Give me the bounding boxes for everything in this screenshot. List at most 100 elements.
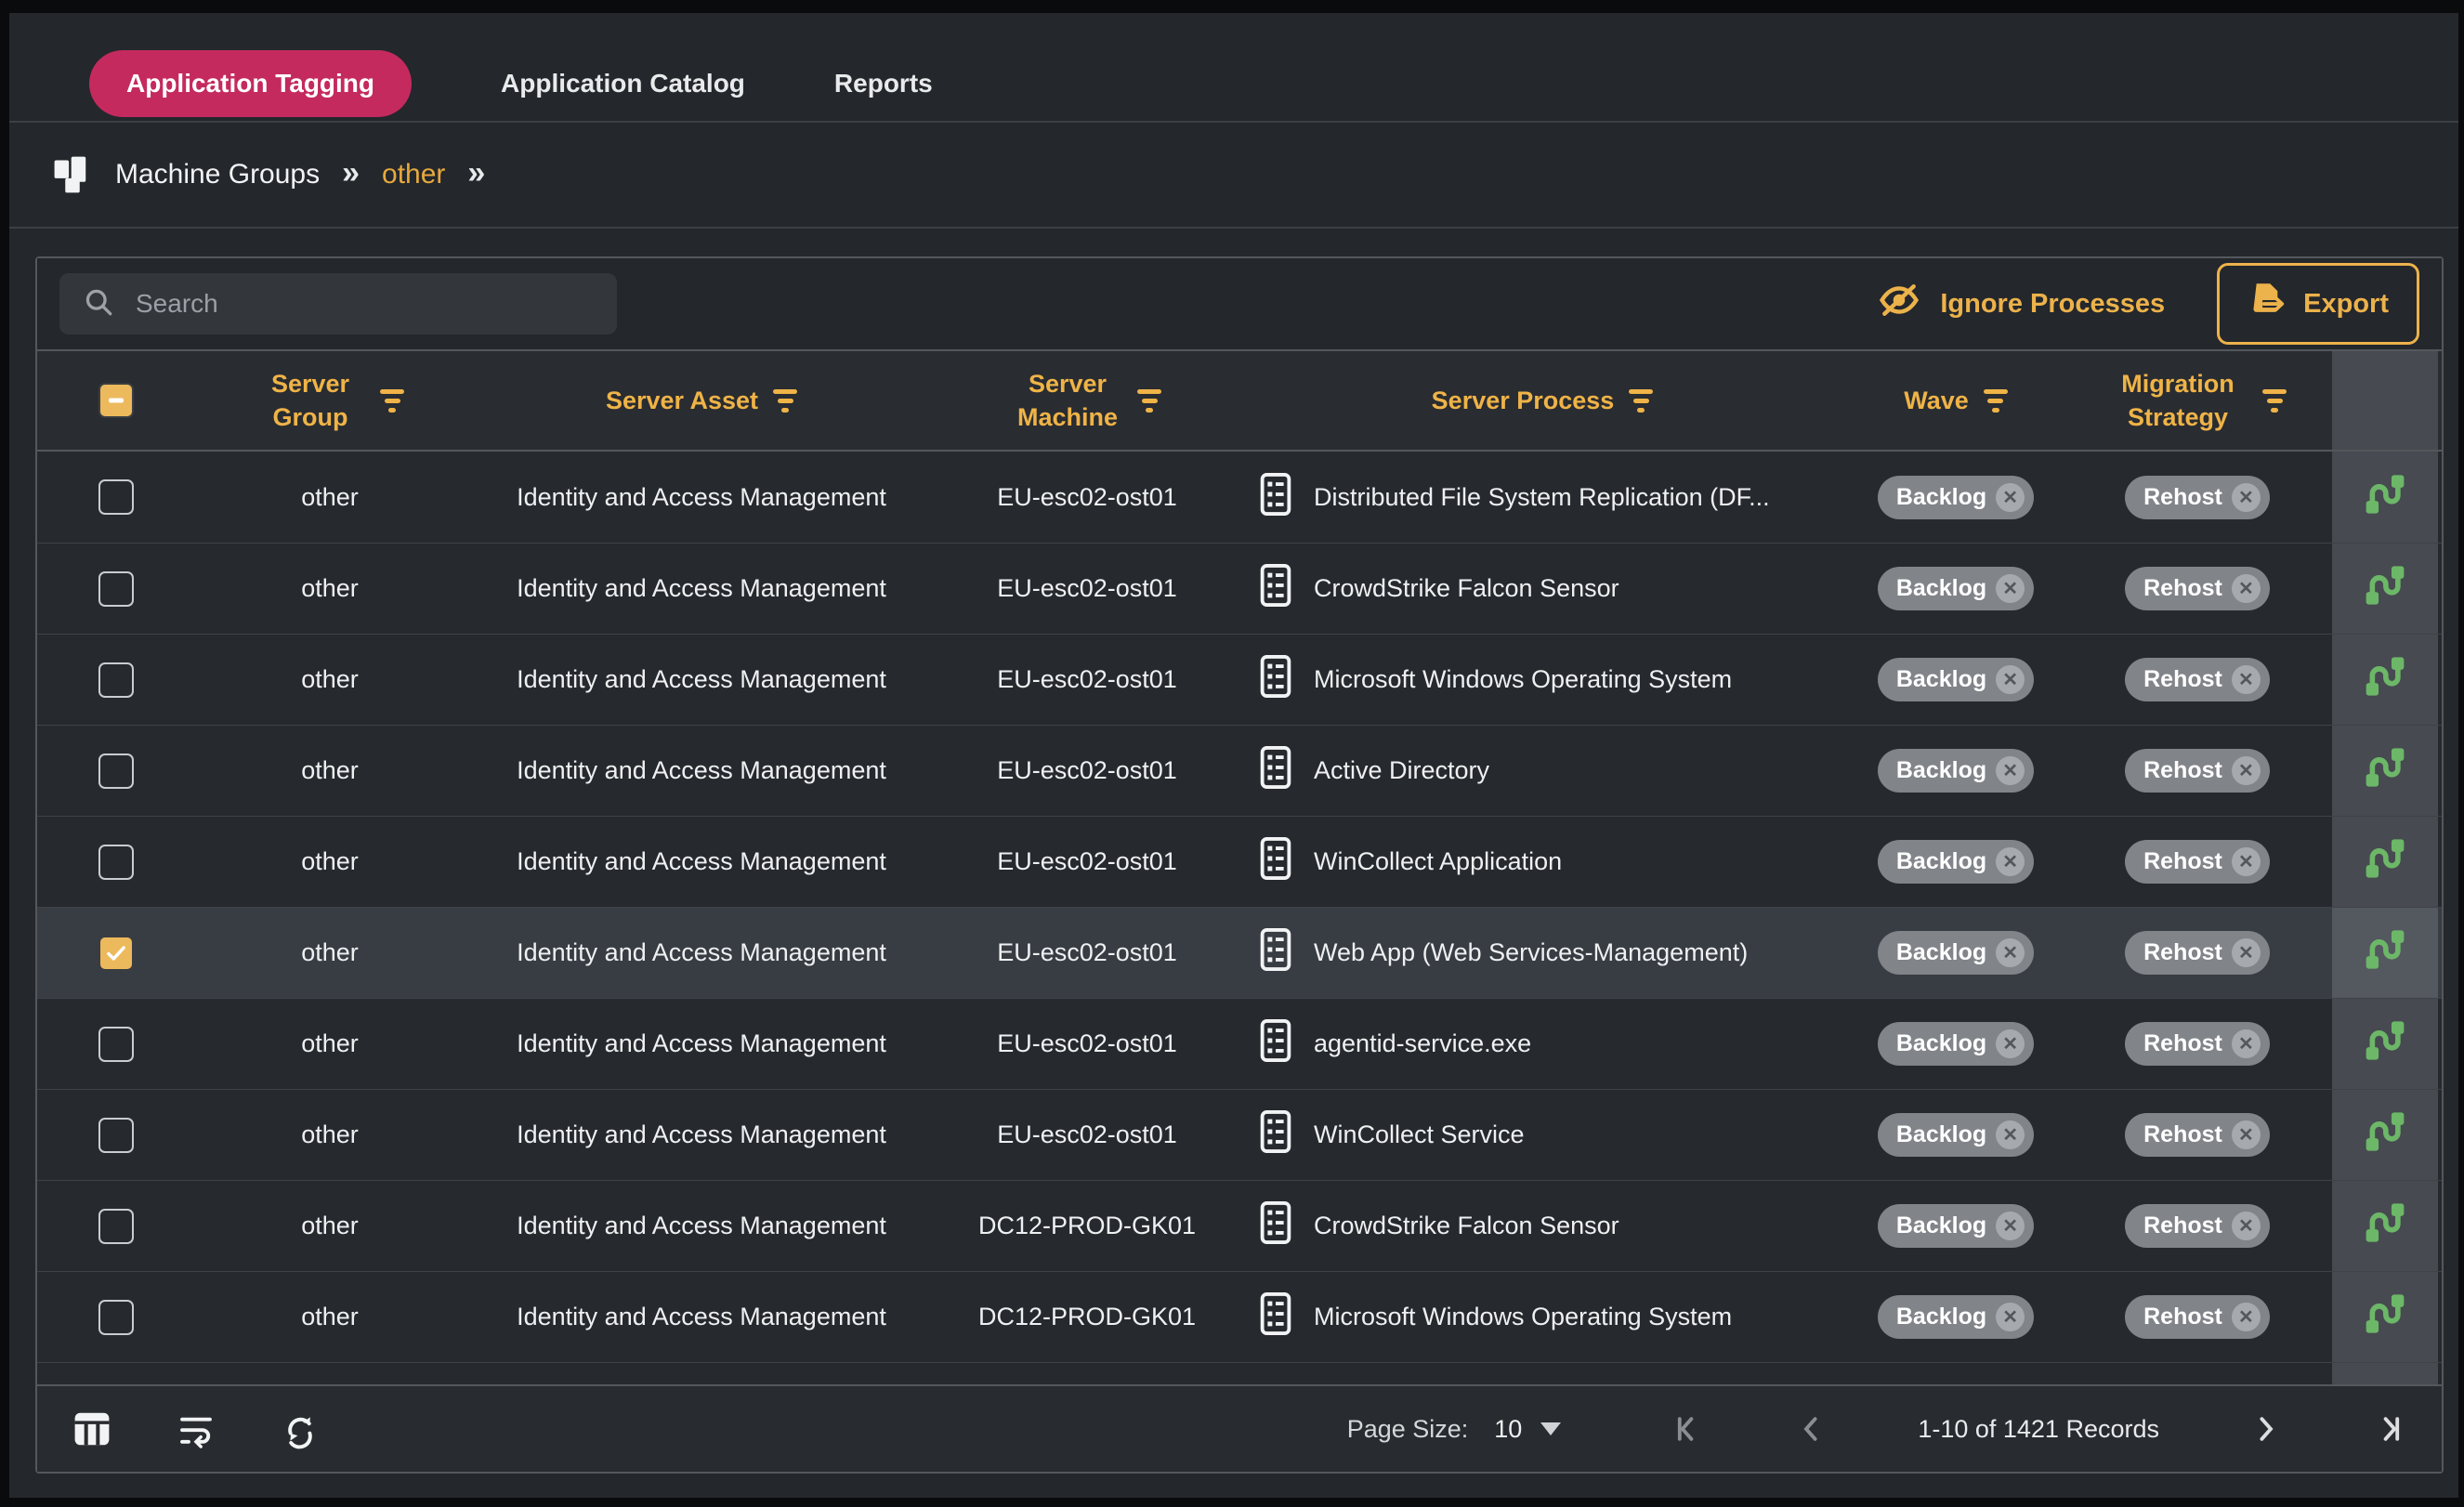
page-size-label: Page Size: — [1347, 1415, 1469, 1444]
row-checkbox[interactable] — [98, 754, 134, 789]
eye-slash-icon — [1877, 281, 1921, 327]
remap-cable-icon[interactable] — [2361, 470, 2409, 525]
last-page-icon[interactable] — [2371, 1412, 2405, 1446]
wrap-text-icon[interactable] — [175, 1408, 217, 1450]
server-asset-cell: Identity and Access Management — [465, 908, 938, 998]
row-checkbox[interactable] — [98, 936, 134, 971]
table-row[interactable]: otherIdentity and Access ManagementEU-es… — [37, 1089, 2442, 1180]
row-checkbox[interactable] — [98, 479, 134, 515]
row-checkbox[interactable] — [98, 1027, 134, 1062]
process-list-icon — [1254, 1017, 1297, 1070]
header-select-all-cell — [37, 351, 195, 450]
tab-application-tagging[interactable]: Application Tagging — [89, 50, 412, 117]
remap-cable-icon[interactable] — [2361, 925, 2409, 980]
remap-cable-icon[interactable] — [2361, 1199, 2409, 1253]
previous-page-icon[interactable] — [1795, 1412, 1828, 1446]
search-box[interactable] — [59, 273, 617, 334]
remove-wave-icon[interactable]: ✕ — [1996, 483, 2025, 512]
page-size-value[interactable]: 10 — [1494, 1415, 1522, 1444]
remove-strategy-icon[interactable]: ✕ — [2232, 1303, 2261, 1331]
breadcrumb-separator-icon: » — [467, 155, 485, 191]
first-page-icon[interactable] — [1672, 1412, 1706, 1446]
filter-icon[interactable] — [380, 389, 404, 413]
tab-reports[interactable]: Reports — [834, 69, 933, 98]
remove-strategy-icon[interactable]: ✕ — [2232, 938, 2261, 967]
remove-strategy-icon[interactable]: ✕ — [2232, 1120, 2261, 1149]
remap-cable-icon[interactable] — [2361, 1016, 2409, 1071]
row-checkbox[interactable] — [98, 662, 134, 698]
table-row[interactable]: otherIdentity and Access ManagementEU-es… — [37, 452, 2442, 543]
table-row[interactable]: otherIdentity and Access ManagementEU-es… — [37, 543, 2442, 634]
remove-wave-icon[interactable]: ✕ — [1996, 847, 2025, 876]
remove-strategy-icon[interactable]: ✕ — [2232, 756, 2261, 785]
filter-icon[interactable] — [1137, 389, 1161, 413]
table-row[interactable]: otherIdentity and Access ManagementEU-es… — [37, 725, 2442, 816]
wave-badge-label: Backlog — [1896, 1030, 1986, 1057]
remap-cable-icon[interactable] — [2361, 652, 2409, 707]
filter-icon[interactable] — [1629, 389, 1653, 413]
process-list-icon — [1254, 926, 1297, 979]
remap-cable-icon[interactable] — [2361, 834, 2409, 889]
table-row[interactable]: otherIdentity and Access ManagementEU-es… — [37, 998, 2442, 1089]
wave-cell: Backlog ✕ — [1849, 999, 2063, 1089]
server-process-cell: Microsoft Windows Operating System — [1236, 635, 1849, 725]
wave-cell: Backlog✕ — [1849, 1090, 2063, 1180]
remove-strategy-icon[interactable]: ✕ — [2232, 574, 2261, 603]
filter-icon[interactable] — [2262, 389, 2287, 413]
remap-cable-icon[interactable] — [2361, 561, 2409, 616]
remap-cable-icon[interactable] — [2361, 1290, 2409, 1344]
row-checkbox[interactable] — [98, 1300, 134, 1335]
remove-wave-icon[interactable]: ✕ — [1996, 1029, 2025, 1058]
breadcrumb-root[interactable]: Machine Groups — [115, 159, 320, 190]
remove-wave-icon[interactable]: ✕ — [1996, 756, 2025, 785]
row-actions-cell — [2332, 452, 2438, 543]
table-row[interactable]: otherIdentity and Access ManagementDC12-… — [37, 1180, 2442, 1271]
row-checkbox[interactable] — [98, 1118, 134, 1153]
search-input[interactable] — [136, 289, 595, 319]
server-process-cell: agentid-service.exe — [1236, 999, 1849, 1089]
remove-wave-icon[interactable]: ✕ — [1996, 574, 2025, 603]
wave-badge-label: Backlog — [1896, 484, 1986, 511]
wave-badge-label: Backlog — [1896, 666, 1986, 693]
server-machine-cell: EU-esc02-ost01 — [938, 544, 1236, 634]
table-row[interactable]: otherIdentity and Access ManagementEU-es… — [37, 816, 2442, 907]
remap-cable-icon[interactable] — [2361, 1107, 2409, 1162]
page-size-caret-icon[interactable] — [1540, 1422, 1561, 1435]
remove-wave-icon[interactable]: ✕ — [1996, 665, 2025, 694]
table-row[interactable]: otherIdentity and Access ManagementEU-es… — [37, 634, 2442, 725]
server-group-cell: other — [195, 908, 465, 998]
filter-icon[interactable] — [773, 389, 797, 413]
select-all-checkbox[interactable] — [98, 383, 134, 418]
column-settings-icon[interactable] — [71, 1408, 113, 1450]
table-row[interactable]: otherIdentity and Access ManagementDC12-… — [37, 1271, 2442, 1362]
remap-cable-icon[interactable] — [2361, 743, 2409, 798]
row-checkbox[interactable] — [98, 571, 134, 607]
row-checkbox[interactable] — [98, 1209, 134, 1244]
export-button[interactable]: Export — [2217, 263, 2419, 345]
row-checkbox[interactable] — [98, 845, 134, 880]
process-list-icon — [1254, 1108, 1297, 1161]
remove-strategy-icon[interactable]: ✕ — [2232, 665, 2261, 694]
refresh-icon[interactable] — [279, 1408, 321, 1450]
migration-strategy-cell: Rehost✕ — [2063, 908, 2332, 998]
server-process-cell: WinCollect Service — [1236, 1090, 1849, 1180]
wave-badge: Backlog✕ — [1878, 931, 2034, 975]
table-row[interactable]: otherIdentity and Access ManagementEU-es… — [37, 907, 2442, 998]
remove-strategy-icon[interactable]: ✕ — [2232, 483, 2261, 512]
breadcrumb-current[interactable]: other — [382, 159, 445, 190]
tab-application-catalog[interactable]: Application Catalog — [501, 69, 745, 98]
ignore-processes-button[interactable]: Ignore Processes — [1877, 281, 2165, 327]
remove-strategy-icon[interactable]: ✕ — [2232, 1212, 2261, 1240]
next-page-icon[interactable] — [2248, 1412, 2282, 1446]
remove-wave-icon[interactable]: ✕ — [1996, 938, 2025, 967]
row-actions-cell — [2332, 999, 2438, 1089]
remove-wave-icon[interactable]: ✕ — [1996, 1212, 2025, 1240]
remove-strategy-icon[interactable]: ✕ — [2232, 1029, 2261, 1058]
remove-wave-icon[interactable]: ✕ — [1996, 1120, 2025, 1149]
process-name: Active Directory — [1314, 756, 1489, 785]
remove-strategy-icon[interactable]: ✕ — [2232, 847, 2261, 876]
filter-icon[interactable] — [1984, 389, 2008, 413]
migration-strategy-cell: Rehost✕ — [2063, 817, 2332, 907]
remove-wave-icon[interactable]: ✕ — [1996, 1303, 2025, 1331]
wave-badge: Backlog ✕ — [1878, 658, 2034, 701]
